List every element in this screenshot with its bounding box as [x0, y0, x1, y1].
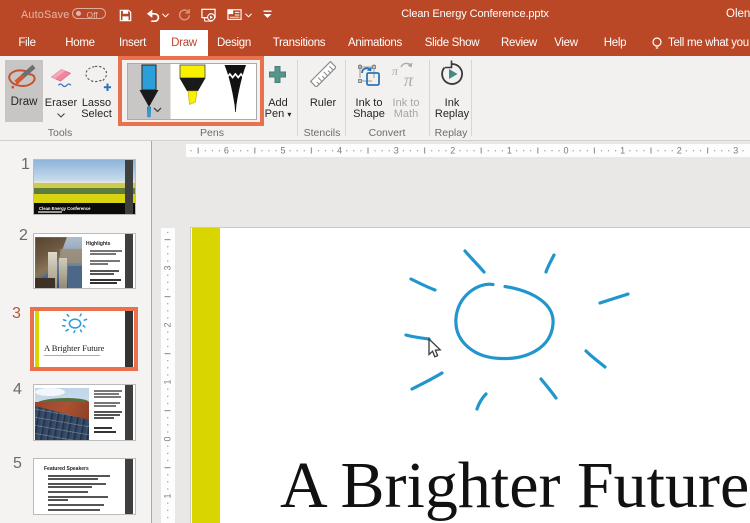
svg-text:π: π — [404, 70, 414, 88]
svg-text:6: 6 — [224, 146, 229, 156]
svg-text:4: 4 — [337, 146, 342, 156]
svg-text:5: 5 — [280, 146, 285, 156]
svg-text:1: 1 — [507, 146, 512, 156]
svg-text:3: 3 — [394, 146, 399, 156]
svg-text:2: 2 — [677, 146, 682, 156]
svg-text:1: 1 — [163, 379, 173, 384]
svg-text:3: 3 — [163, 265, 173, 270]
svg-text:0: 0 — [163, 436, 173, 441]
svg-text:π: π — [392, 64, 399, 78]
svg-text:2: 2 — [163, 322, 173, 327]
svg-text:2: 2 — [450, 146, 455, 156]
svg-text:3: 3 — [733, 146, 738, 156]
svg-text:0: 0 — [563, 146, 568, 156]
svg-text:1: 1 — [620, 146, 625, 156]
svg-text:1: 1 — [163, 493, 173, 498]
